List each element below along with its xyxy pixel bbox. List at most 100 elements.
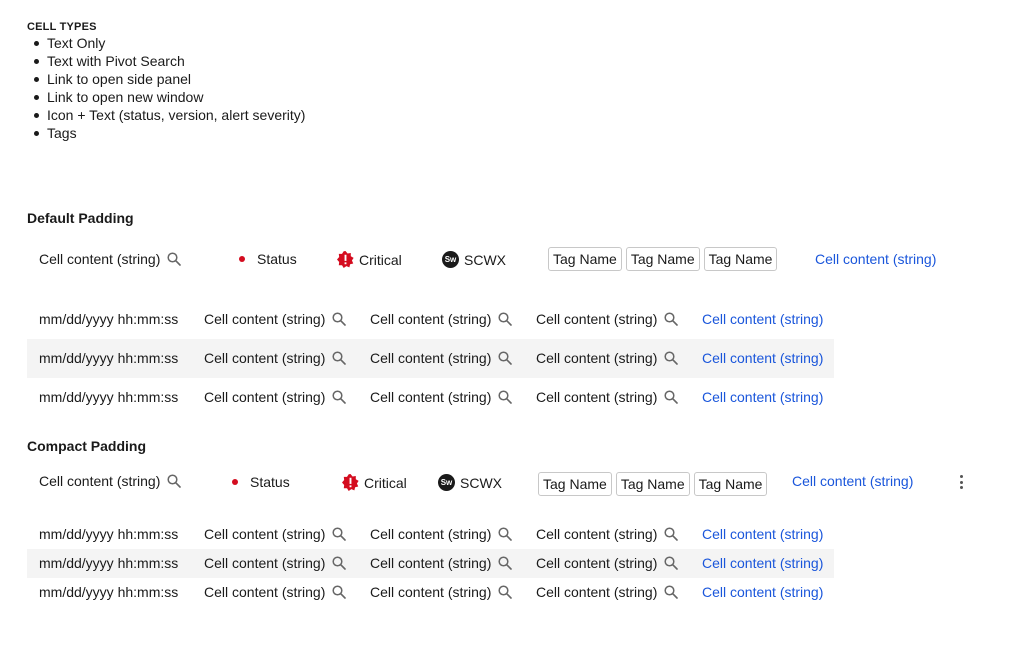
list-item: Link to open new window — [33, 88, 305, 106]
pivot-cell[interactable]: Cell content (string) — [39, 251, 182, 267]
cell-text: Cell content (string) — [702, 350, 824, 366]
date-cell: mm/dd/yyyy hh:mm:ss — [39, 389, 178, 405]
critical-severity-icon — [342, 474, 359, 491]
tags-cell: Tag Name Tag Name Tag Name — [538, 472, 768, 496]
search-icon[interactable] — [664, 390, 679, 404]
search-icon[interactable] — [332, 527, 347, 541]
link-cell[interactable]: Cell content (string) — [702, 555, 823, 571]
customer-cell: Sw SCWX — [438, 474, 502, 491]
search-icon[interactable] — [332, 351, 347, 365]
pivot-cell[interactable]: Cell content (string) — [370, 584, 513, 600]
cell-text: Cell content (string) — [702, 311, 824, 327]
severity-label: Critical — [359, 251, 402, 268]
cell-text: mm/dd/yyyy hh:mm:ss — [39, 389, 179, 405]
kebab-dots — [959, 475, 963, 489]
cell-text: Cell content (string) — [702, 526, 824, 542]
customer-label: SCWX — [460, 474, 502, 491]
search-icon[interactable] — [498, 527, 513, 541]
link-cell[interactable]: Cell content (string) — [702, 389, 823, 405]
tag[interactable]: Tag Name — [625, 247, 700, 271]
tag[interactable]: Tag Name — [615, 472, 690, 496]
link-cell[interactable]: Cell content (string) — [792, 473, 913, 489]
tag[interactable]: Tag Name — [538, 472, 612, 496]
search-icon[interactable] — [498, 556, 513, 570]
pivot-cell[interactable]: Cell content (string) — [370, 389, 513, 405]
cell-types-title: CELL TYPES — [27, 21, 97, 33]
cell-text: Cell content (string) — [204, 389, 326, 405]
status-dot-icon — [239, 256, 245, 262]
search-icon[interactable] — [498, 312, 513, 326]
date-cell: mm/dd/yyyy hh:mm:ss — [39, 350, 178, 366]
severity-cell: Critical — [337, 251, 402, 268]
pivot-cell[interactable]: Cell content (string) — [536, 389, 679, 405]
cell-text: Cell content (string) — [370, 389, 492, 405]
list-item: Text Only — [33, 34, 305, 52]
search-icon[interactable] — [332, 585, 347, 599]
cell-text: Cell content (string) — [39, 251, 161, 267]
search-icon[interactable] — [332, 312, 347, 326]
search-icon[interactable] — [332, 556, 347, 570]
pivot-cell[interactable]: Cell content (string) — [536, 311, 679, 327]
cell-text: Cell content (string) — [204, 526, 326, 542]
pivot-cell[interactable]: Cell content (string) — [370, 555, 513, 571]
pivot-cell[interactable]: Cell content (string) — [204, 584, 347, 600]
link-cell[interactable]: Cell content (string) — [702, 350, 823, 366]
list-item: Icon + Text (status, version, alert seve… — [33, 107, 306, 123]
pivot-cell[interactable]: Cell content (string) — [536, 584, 679, 600]
pivot-cell[interactable]: Cell content (string) — [370, 311, 513, 327]
cell-text: Cell content (string) — [702, 389, 824, 405]
status-label: Status — [250, 474, 290, 490]
critical-severity-icon — [337, 251, 354, 268]
pivot-cell[interactable]: Cell content (string) — [370, 350, 513, 366]
cell-text: mm/dd/yyyy hh:mm:ss — [39, 350, 179, 366]
link-cell[interactable]: Cell content (string) — [702, 526, 823, 542]
pivot-cell[interactable]: Cell content (string) — [39, 473, 182, 489]
link-cell[interactable]: Cell content (string) — [702, 311, 823, 327]
cell-text: Cell content (string) — [204, 350, 326, 366]
pivot-cell[interactable]: Cell content (string) — [204, 311, 347, 327]
cell-text: Cell content (string) — [370, 526, 492, 542]
search-icon[interactable] — [664, 312, 679, 326]
cell-text: Cell content (string) — [39, 473, 161, 489]
search-icon[interactable] — [498, 390, 513, 404]
tags-cell: Tag Name Tag Name Tag Name — [548, 247, 778, 271]
search-icon[interactable] — [498, 351, 513, 365]
list-item: Link to open side panel — [33, 70, 305, 88]
pivot-cell[interactable]: Cell content (string) — [204, 526, 347, 542]
pivot-cell[interactable]: Cell content (string) — [204, 555, 347, 571]
pivot-cell[interactable]: Cell content (string) — [204, 389, 347, 405]
search-icon[interactable] — [664, 585, 679, 599]
search-icon[interactable] — [167, 474, 182, 488]
search-icon[interactable] — [167, 252, 182, 266]
cell-text: Cell content (string) — [204, 584, 326, 600]
tag[interactable]: Tag Name — [703, 247, 778, 271]
pivot-cell[interactable]: Cell content (string) — [204, 350, 347, 366]
severity-label: Critical — [364, 474, 407, 491]
pivot-cell[interactable]: Cell content (string) — [370, 526, 513, 542]
search-icon[interactable] — [664, 527, 679, 541]
link-cell[interactable]: Cell content (string) — [815, 251, 936, 267]
cell-text: Cell content (string) — [370, 584, 492, 600]
search-icon[interactable] — [664, 556, 679, 570]
pivot-cell[interactable]: Cell content (string) — [536, 555, 679, 571]
cell-text: Cell content (string) — [536, 584, 658, 600]
pivot-cell[interactable]: Cell content (string) — [536, 350, 679, 366]
search-icon[interactable] — [332, 390, 347, 404]
tag[interactable]: Tag Name — [693, 472, 768, 496]
status-dot-icon — [232, 479, 238, 485]
cell-text: Cell content (string) — [536, 526, 658, 542]
pivot-cell[interactable]: Cell content (string) — [536, 526, 679, 542]
more-vertical-icon[interactable] — [959, 475, 963, 489]
cell-text: Cell content (string) — [536, 350, 658, 366]
search-icon[interactable] — [664, 351, 679, 365]
search-icon[interactable] — [498, 585, 513, 599]
link-cell[interactable]: Cell content (string) — [702, 584, 823, 600]
cell-text: Cell content (string) — [204, 311, 326, 327]
compact-padding-title: Compact Padding — [27, 438, 147, 454]
cell-text: Cell content (string) — [536, 555, 658, 571]
default-padding-title: Default Padding — [27, 210, 134, 226]
cell-text: mm/dd/yyyy hh:mm:ss — [39, 584, 179, 600]
customer-badge-icon: Sw — [442, 251, 459, 268]
tag[interactable]: Tag Name — [548, 247, 622, 271]
customer-label: SCWX — [464, 251, 506, 268]
